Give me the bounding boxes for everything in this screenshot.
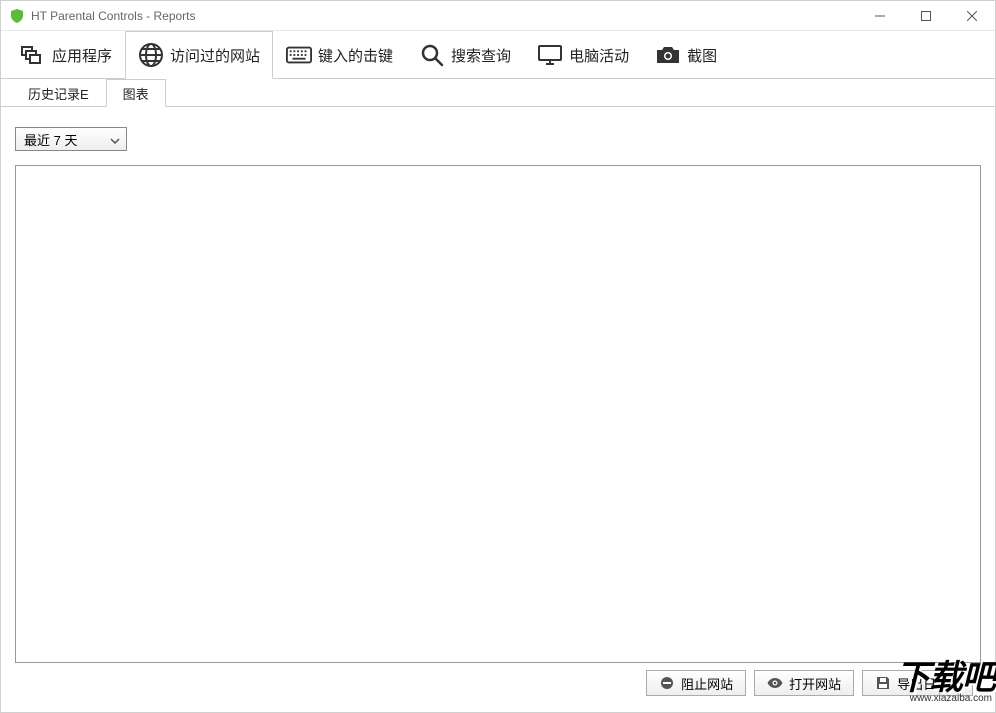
subtab-label: 历史记录E — [28, 87, 89, 102]
button-label: 阻止网站 — [681, 674, 733, 693]
block-website-button[interactable]: 阻止网站 — [646, 670, 746, 696]
content-panel: 最近 7 天 — [1, 107, 995, 673]
chart-area — [15, 165, 981, 663]
monitor-icon — [537, 42, 563, 68]
tab-screenshots[interactable]: 截图 — [642, 31, 730, 78]
tab-label: 应用程序 — [52, 45, 112, 66]
tab-label: 截图 — [687, 45, 717, 66]
tab-search-queries[interactable]: 搜索查询 — [406, 31, 524, 78]
titlebar: HT Parental Controls - Reports — [1, 1, 995, 31]
export-log-button[interactable]: 导出日志... — [862, 670, 973, 696]
tab-visited-websites[interactable]: 访问过的网站 — [125, 31, 273, 79]
window-controls — [857, 1, 995, 31]
globe-icon — [138, 42, 164, 68]
subtab-history[interactable]: 历史记录E — [11, 79, 106, 106]
sub-tabs: 历史记录E 图表 — [1, 79, 995, 107]
save-icon — [875, 675, 891, 691]
range-selector[interactable]: 最近 7 天 — [15, 127, 127, 151]
block-icon — [659, 675, 675, 691]
eye-icon — [767, 675, 783, 691]
subtab-label: 图表 — [123, 87, 149, 102]
button-label: 打开网站 — [789, 674, 841, 693]
tab-computer-activity[interactable]: 电脑活动 — [524, 31, 642, 78]
bottom-action-bar: 阻止网站 打开网站 导出日志... — [646, 670, 973, 696]
windows-icon — [20, 42, 46, 68]
keyboard-icon — [286, 42, 312, 68]
window-title: HT Parental Controls - Reports — [31, 9, 857, 23]
open-website-button[interactable]: 打开网站 — [754, 670, 854, 696]
maximize-button[interactable] — [903, 1, 949, 31]
app-icon — [9, 8, 25, 24]
close-button[interactable] — [949, 1, 995, 31]
tab-applications[interactable]: 应用程序 — [7, 31, 125, 78]
button-label: 导出日志... — [897, 674, 960, 693]
range-value: 最近 7 天 — [24, 130, 77, 149]
minimize-button[interactable] — [857, 1, 903, 31]
chevron-down-icon — [110, 132, 120, 147]
tab-label: 电脑活动 — [569, 45, 629, 66]
tab-label: 访问过的网站 — [170, 45, 260, 66]
subtab-chart[interactable]: 图表 — [106, 79, 166, 107]
search-icon — [419, 42, 445, 68]
top-tabs: 应用程序 访问过的网站 键入的击键 搜索查询 电脑活动 — [1, 31, 995, 79]
camera-icon — [655, 42, 681, 68]
tab-label: 键入的击键 — [318, 45, 393, 66]
tab-keystrokes[interactable]: 键入的击键 — [273, 31, 406, 78]
tab-label: 搜索查询 — [451, 45, 511, 66]
